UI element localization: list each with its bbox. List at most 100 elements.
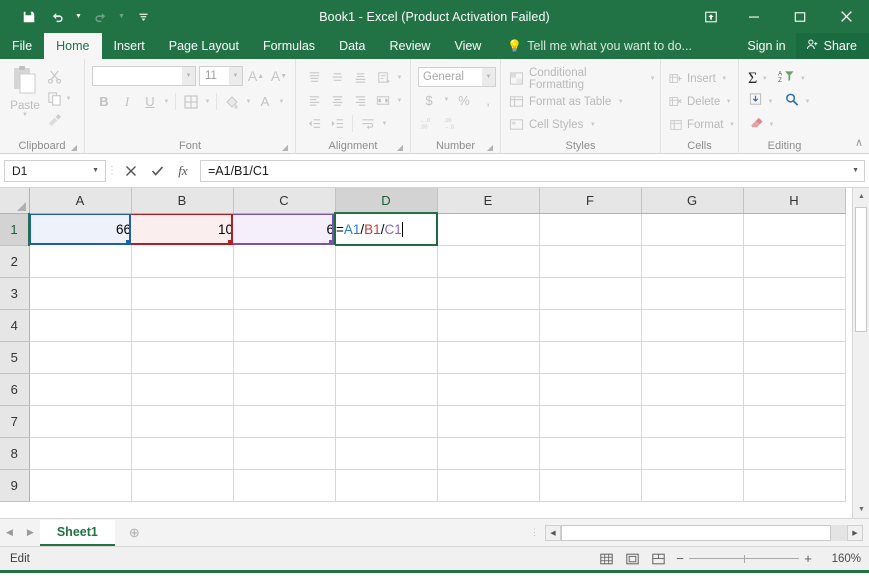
font-size-dropdown-icon[interactable]: ▼ bbox=[229, 67, 242, 85]
cell-b1[interactable]: 10 bbox=[131, 213, 233, 245]
horizontal-scrollbar-track[interactable] bbox=[561, 524, 847, 541]
increase-decimal-button[interactable]: ←.0.00 bbox=[418, 113, 440, 134]
collapse-ribbon-button[interactable]: ∧ bbox=[855, 136, 863, 149]
row-header-8[interactable]: 8 bbox=[0, 437, 30, 470]
autosum-dropdown-icon[interactable]: ▼ bbox=[760, 76, 769, 82]
scroll-up-button[interactable]: ▲ bbox=[853, 188, 869, 205]
fill-icon[interactable] bbox=[748, 92, 763, 112]
cell-g8[interactable] bbox=[641, 437, 744, 470]
column-header-a[interactable]: A bbox=[29, 188, 132, 214]
page-layout-view-button[interactable] bbox=[619, 549, 645, 569]
cell-e1[interactable] bbox=[437, 213, 540, 246]
cell-g6[interactable] bbox=[641, 373, 744, 406]
fill-color-dropdown-icon[interactable]: ▼ bbox=[244, 99, 253, 105]
share-button[interactable]: Share bbox=[795, 33, 869, 59]
format-as-table-button[interactable]: Format as Table ▼ bbox=[504, 90, 625, 113]
cell-c9[interactable] bbox=[233, 469, 336, 502]
copy-button[interactable]: ▼ bbox=[47, 89, 73, 108]
cell-b3[interactable] bbox=[131, 277, 234, 310]
cut-button[interactable] bbox=[47, 67, 73, 86]
formula-input[interactable]: =A1/B1/C1 ▼ bbox=[200, 159, 865, 182]
cell-g2[interactable] bbox=[641, 245, 744, 278]
number-dialog-launcher-icon[interactable]: ◢ bbox=[487, 143, 493, 152]
name-box[interactable]: D1 ▼ bbox=[4, 159, 106, 182]
decrease-font-size-button[interactable]: A ▼ bbox=[269, 66, 289, 86]
column-header-f[interactable]: F bbox=[539, 188, 642, 214]
cell-e6[interactable] bbox=[437, 373, 540, 406]
sort-and-filter-icon[interactable]: AZ bbox=[778, 69, 795, 89]
format-cells-dropdown-icon[interactable]: ▼ bbox=[727, 122, 736, 128]
column-header-g[interactable]: G bbox=[641, 188, 744, 214]
customize-quick-access-toolbar-icon[interactable] bbox=[130, 5, 156, 29]
cell-e3[interactable] bbox=[437, 277, 540, 310]
cell-f1[interactable] bbox=[539, 213, 642, 246]
select-all-corner[interactable] bbox=[0, 188, 30, 214]
number-format-select[interactable]: General ▼ bbox=[418, 67, 496, 87]
row-header-9[interactable]: 9 bbox=[0, 469, 30, 502]
cell-a6[interactable] bbox=[29, 373, 132, 406]
sort-and-filter-dropdown-icon[interactable]: ▼ bbox=[798, 76, 807, 82]
delete-cells-dropdown-icon[interactable]: ▼ bbox=[724, 99, 733, 105]
cell-a4[interactable] bbox=[29, 309, 132, 342]
cancel-formula-button[interactable] bbox=[118, 160, 144, 182]
tab-review[interactable]: Review bbox=[377, 33, 442, 59]
accounting-format-button[interactable]: $ bbox=[418, 90, 440, 111]
horizontal-scrollbar-thumb[interactable] bbox=[561, 524, 831, 541]
cell-h7[interactable] bbox=[743, 405, 846, 438]
tab-home[interactable]: Home bbox=[44, 33, 102, 59]
cell-f6[interactable] bbox=[539, 373, 642, 406]
align-bottom-button[interactable] bbox=[349, 67, 371, 88]
cell-e5[interactable] bbox=[437, 341, 540, 374]
cell-e2[interactable] bbox=[437, 245, 540, 278]
increase-indent-button[interactable] bbox=[326, 113, 348, 134]
cell-b9[interactable] bbox=[131, 469, 234, 502]
close-button[interactable] bbox=[823, 0, 869, 33]
percent-style-button[interactable]: % bbox=[453, 90, 475, 111]
enter-formula-button[interactable] bbox=[144, 160, 170, 182]
decrease-indent-button[interactable] bbox=[303, 113, 325, 134]
delete-cells-button[interactable]: Delete ▼ bbox=[664, 90, 733, 113]
tell-me-search[interactable]: 💡 Tell me what you want to do... bbox=[507, 33, 692, 59]
tab-insert[interactable]: Insert bbox=[102, 33, 157, 59]
autosum-icon[interactable]: Σ bbox=[748, 70, 757, 88]
vertical-scrollbar-thumb[interactable] bbox=[855, 207, 867, 332]
column-header-d[interactable]: D bbox=[335, 188, 438, 214]
cell-b4[interactable] bbox=[131, 309, 234, 342]
align-center-button[interactable] bbox=[326, 90, 348, 111]
vertical-scrollbar[interactable]: ▲ ▼ bbox=[852, 188, 869, 518]
cell-a9[interactable] bbox=[29, 469, 132, 502]
alignment-dialog-launcher-icon[interactable]: ◢ bbox=[397, 143, 403, 152]
cell-a8[interactable] bbox=[29, 437, 132, 470]
number-format-dropdown-icon[interactable]: ▼ bbox=[482, 68, 495, 86]
save-icon[interactable] bbox=[16, 5, 42, 29]
cell-h4[interactable] bbox=[743, 309, 846, 342]
paste-button[interactable]: Paste ▼ bbox=[3, 63, 47, 118]
cell-f9[interactable] bbox=[539, 469, 642, 502]
zoom-in-button[interactable]: + bbox=[799, 551, 817, 566]
orientation-dropdown-icon[interactable]: ▼ bbox=[395, 75, 404, 81]
align-top-button[interactable] bbox=[303, 67, 325, 88]
cell-f7[interactable] bbox=[539, 405, 642, 438]
cell-c5[interactable] bbox=[233, 341, 336, 374]
horizontal-scrollbar[interactable]: ◀ ▶ bbox=[545, 519, 869, 546]
paste-dropdown-icon[interactable]: ▼ bbox=[21, 112, 30, 118]
row-header-4[interactable]: 4 bbox=[0, 309, 30, 342]
underline-button[interactable]: U bbox=[139, 91, 161, 112]
copy-dropdown-icon[interactable]: ▼ bbox=[64, 96, 73, 102]
align-left-button[interactable] bbox=[303, 90, 325, 111]
clear-dropdown-icon[interactable]: ▼ bbox=[767, 122, 776, 128]
cell-e9[interactable] bbox=[437, 469, 540, 502]
merge-dropdown-icon[interactable]: ▼ bbox=[395, 98, 404, 104]
cell-h6[interactable] bbox=[743, 373, 846, 406]
row-header-1[interactable]: 1 bbox=[0, 213, 30, 246]
cell-g7[interactable] bbox=[641, 405, 744, 438]
row-header-3[interactable]: 3 bbox=[0, 277, 30, 310]
cell-b7[interactable] bbox=[131, 405, 234, 438]
find-and-select-icon[interactable] bbox=[784, 92, 800, 112]
row-header-7[interactable]: 7 bbox=[0, 405, 30, 438]
scroll-down-button[interactable]: ▼ bbox=[853, 501, 869, 518]
cell-f3[interactable] bbox=[539, 277, 642, 310]
cell-c2[interactable] bbox=[233, 245, 336, 278]
insert-cells-dropdown-icon[interactable]: ▼ bbox=[720, 76, 729, 82]
cell-e7[interactable] bbox=[437, 405, 540, 438]
